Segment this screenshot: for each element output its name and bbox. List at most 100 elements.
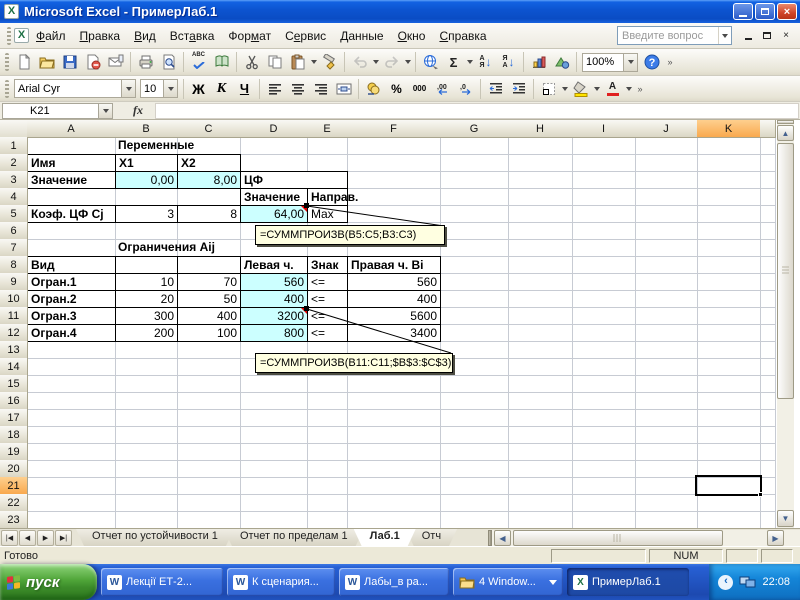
cell-B1[interactable]: Переменные xyxy=(115,137,194,154)
tab-scroll-prev-icon[interactable]: ◀ xyxy=(19,530,36,546)
column-header-E[interactable]: E xyxy=(307,120,348,138)
spelling-icon[interactable]: ABC xyxy=(187,52,210,73)
fill-color-icon[interactable] xyxy=(569,78,592,99)
increase-decimal-icon[interactable]: ,00 xyxy=(431,78,454,99)
select-all-corner[interactable] xyxy=(0,120,28,138)
row-header-6[interactable]: 6 xyxy=(0,222,28,240)
close-button[interactable]: × xyxy=(777,3,797,20)
toolbar-drag-handle[interactable] xyxy=(5,53,9,71)
formula-input[interactable] xyxy=(155,102,799,119)
name-box-dropdown-icon[interactable] xyxy=(99,102,113,119)
column-header-I[interactable]: I xyxy=(572,120,636,138)
cell-A3[interactable]: Значение xyxy=(27,171,116,189)
row-header-18[interactable]: 18 xyxy=(0,426,28,444)
column-header-C[interactable]: C xyxy=(177,120,241,138)
question-dropdown-icon[interactable] xyxy=(718,27,731,44)
column-header-F[interactable]: F xyxy=(347,120,441,138)
open-folder-icon[interactable] xyxy=(35,52,58,73)
align-left-icon[interactable] xyxy=(263,78,286,99)
menu-item-правка[interactable]: Правка xyxy=(73,25,128,47)
cell-E11[interactable]: <= xyxy=(307,307,348,325)
sort-descending-icon[interactable]: Я А ↓ xyxy=(497,52,520,73)
borders-icon[interactable] xyxy=(537,78,560,99)
redo-icon[interactable] xyxy=(380,52,403,73)
tab-scroll-next-icon[interactable]: ▶ xyxy=(37,530,54,546)
tab-scroll-first-icon[interactable]: |◀ xyxy=(1,530,18,546)
column-header-H[interactable]: H xyxy=(508,120,573,138)
workbook-icon[interactable]: X xyxy=(14,28,29,43)
paste-dropdown-icon[interactable] xyxy=(309,52,318,73)
cell-D3[interactable]: ЦФ xyxy=(240,171,348,189)
currency-icon[interactable] xyxy=(362,78,385,99)
merge-center-icon[interactable] xyxy=(332,78,355,99)
row-header-11[interactable]: 11 xyxy=(0,307,28,325)
decrease-indent-icon[interactable] xyxy=(484,78,507,99)
undo-dropdown-icon[interactable] xyxy=(371,52,380,73)
row-header-4[interactable]: 4 xyxy=(0,188,28,206)
column-header-D[interactable]: D xyxy=(240,120,308,138)
font-select[interactable]: Arial Cyr xyxy=(14,79,136,98)
cell-C10[interactable]: 50 xyxy=(177,290,241,308)
cell-C9[interactable]: 70 xyxy=(177,273,241,291)
scroll-up-icon[interactable]: ▲ xyxy=(777,125,794,141)
cell-D10[interactable]: 400 xyxy=(240,290,308,308)
row-header-8[interactable]: 8 xyxy=(0,256,28,274)
cell-F8[interactable]: Правая ч. Bi xyxy=(347,256,441,274)
new-document-icon[interactable] xyxy=(12,52,35,73)
menu-drag-handle[interactable] xyxy=(7,26,11,45)
sheet-tab-2[interactable]: Отчет по пределам 1 xyxy=(224,529,364,546)
row-header-12[interactable]: 12 xyxy=(0,324,28,342)
drawing-icon[interactable] xyxy=(550,52,573,73)
cell-A9[interactable]: Огран.1 xyxy=(27,273,116,291)
permission-icon[interactable] xyxy=(81,52,104,73)
cell-E8[interactable]: Знак xyxy=(307,256,348,274)
cell-C12[interactable]: 100 xyxy=(177,324,241,342)
format-painter-icon[interactable] xyxy=(318,52,341,73)
row-header-7[interactable]: 7 xyxy=(0,239,28,257)
cell-E12[interactable]: <= xyxy=(307,324,348,342)
row-header-3[interactable]: 3 xyxy=(0,171,28,189)
workbook-restore-button[interactable] xyxy=(759,28,775,43)
sort-ascending-icon[interactable]: А Я ↓ xyxy=(474,52,497,73)
cell-D9[interactable]: 560 xyxy=(240,273,308,291)
underline-icon[interactable]: Ч xyxy=(233,78,256,99)
cell-A5[interactable]: Коэф. ЦФ Cj xyxy=(27,205,116,223)
taskbar-button-4[interactable]: 4 Window... xyxy=(453,568,563,596)
increase-indent-icon[interactable] xyxy=(507,78,530,99)
menu-item-окно[interactable]: Окно xyxy=(391,25,433,47)
cell-B11[interactable]: 300 xyxy=(115,307,178,325)
redo-dropdown-icon[interactable] xyxy=(403,52,412,73)
toolbar-options-icon[interactable]: » xyxy=(664,52,676,73)
cell-C3[interactable]: 8,00 xyxy=(177,171,241,189)
column-header-G[interactable]: G xyxy=(440,120,509,138)
fill-color-dropdown-icon[interactable] xyxy=(592,78,601,99)
research-icon[interactable] xyxy=(210,52,233,73)
cell-F12[interactable]: 3400 xyxy=(347,324,441,342)
maximize-button[interactable] xyxy=(755,3,775,20)
horizontal-scroll-thumb[interactable] xyxy=(513,530,723,546)
menu-item-вставка[interactable]: Вставка xyxy=(163,25,222,47)
split-handle[interactable] xyxy=(777,120,794,124)
row-header-13[interactable]: 13 xyxy=(0,341,28,359)
toolbar-drag-handle[interactable] xyxy=(5,79,9,98)
cell-B2[interactable]: X1 xyxy=(115,154,178,172)
align-center-icon[interactable] xyxy=(286,78,309,99)
font-size-select[interactable]: 10 xyxy=(140,79,178,98)
cell-C2[interactable]: X2 xyxy=(177,154,241,172)
toolbar-options-icon[interactable]: » xyxy=(634,78,646,99)
column-header-J[interactable]: J xyxy=(635,120,698,138)
taskbar-button-5[interactable]: X ПримерЛаб.1 xyxy=(567,568,689,596)
mail-icon[interactable] xyxy=(104,52,127,73)
row-header-19[interactable]: 19 xyxy=(0,443,28,461)
font-color-icon[interactable]: А xyxy=(601,78,624,99)
cell-F9[interactable]: 560 xyxy=(347,273,441,291)
cell-D12[interactable]: 800 xyxy=(240,324,308,342)
horizontal-scrollbar[interactable]: ◀ ▶ xyxy=(492,530,800,547)
cell-B3[interactable]: 0,00 xyxy=(115,171,178,189)
scroll-left-icon[interactable]: ◀ xyxy=(494,530,511,546)
row-header-10[interactable]: 10 xyxy=(0,290,28,308)
column-header-B[interactable]: B xyxy=(115,120,178,138)
cell-E9[interactable]: <= xyxy=(307,273,348,291)
cell-F10[interactable]: 400 xyxy=(347,290,441,308)
cell-C5[interactable]: 8 xyxy=(177,205,241,223)
